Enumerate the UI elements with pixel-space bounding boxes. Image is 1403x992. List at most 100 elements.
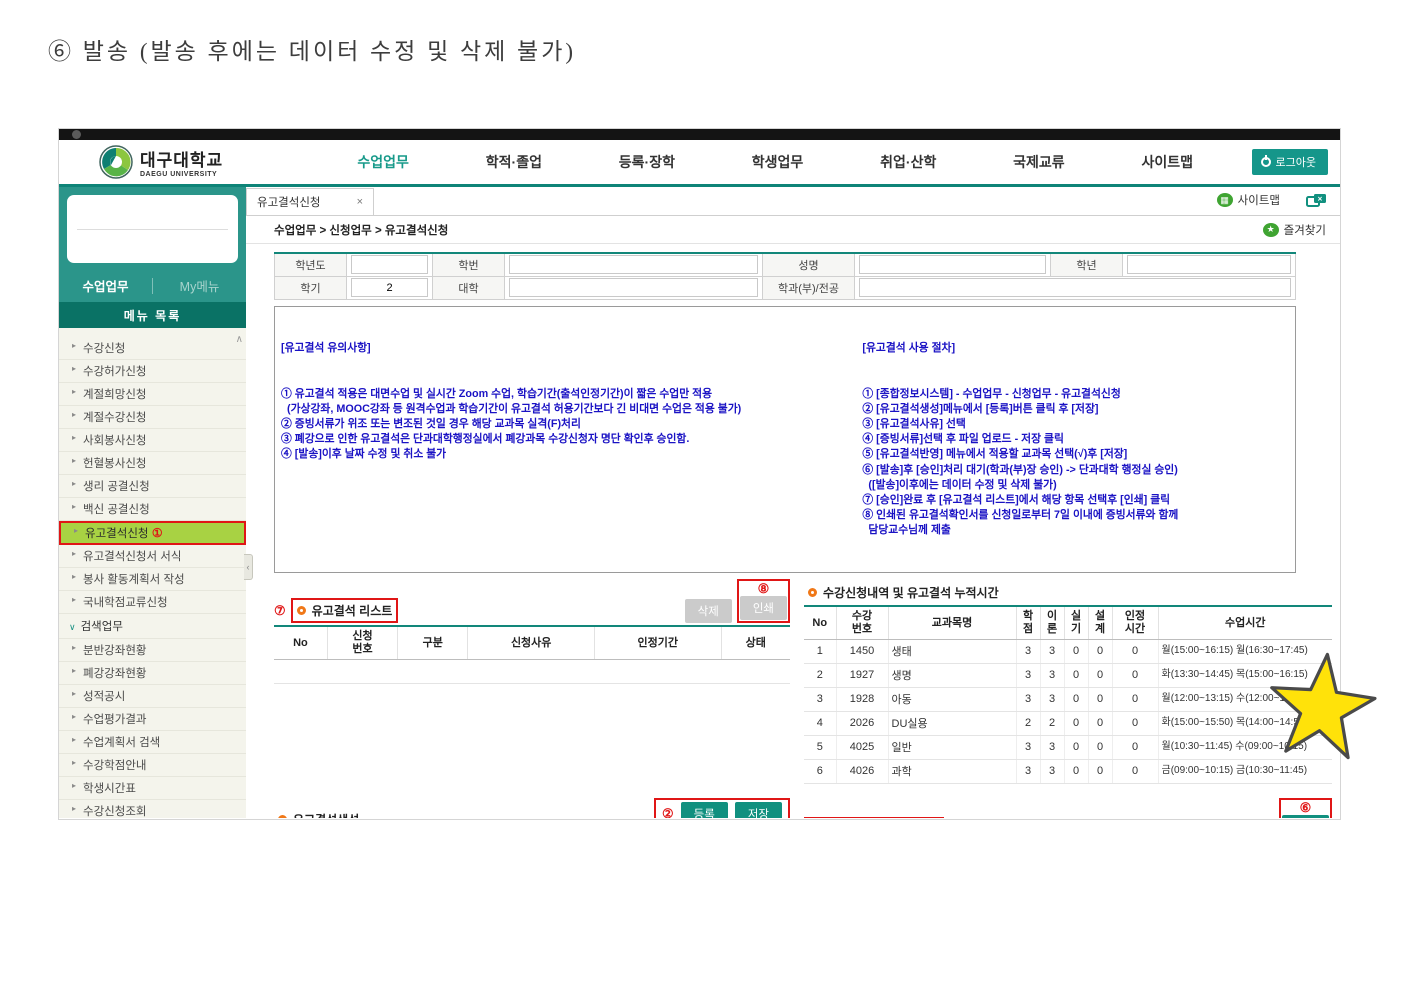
annotation-6: ⑥ xyxy=(1300,801,1312,814)
university-logo[interactable]: 대구대학교 DAEGU UNIVERSITY xyxy=(99,145,299,179)
table-cell: 0 xyxy=(1112,735,1158,759)
semester-input[interactable] xyxy=(351,278,428,297)
table-cell: 1450 xyxy=(836,639,888,663)
sidebar-item[interactable]: ▸헌혈봉사신청 xyxy=(59,452,246,475)
notice-line: ① [종합정보시스템] - 수업업무 - 신청업무 - 유고결석신청 xyxy=(862,387,1289,402)
logout-button[interactable]: 로그아웃 xyxy=(1252,149,1328,175)
triangle-icon: ▸ xyxy=(74,526,78,535)
sidebar-item[interactable]: ▸분반강좌현황 xyxy=(59,639,246,662)
tab-absence-request[interactable]: 유고결석신청 × xyxy=(246,188,374,215)
table-cell: 일반 xyxy=(888,735,1016,759)
column-header: 구분 xyxy=(398,626,468,659)
table-cell: 3 xyxy=(1040,735,1064,759)
sidebar-item[interactable]: ▸수강신청 xyxy=(59,337,246,360)
tab-close-icon[interactable]: × xyxy=(357,196,363,208)
university-emblem-icon xyxy=(99,145,133,179)
sidebar-item[interactable]: ▸백신 공결신청 xyxy=(59,498,246,521)
forms-row: 유고결석생성 ② 등록 저장 신청번호 xyxy=(246,798,1340,818)
sidebar-item-label: 유고결석신청서 서식 xyxy=(83,551,181,563)
label-year: 학년도 xyxy=(275,253,347,276)
nav-item-registration[interactable]: 등록·장학 xyxy=(619,152,675,172)
triangle-icon: ▸ xyxy=(72,433,76,442)
sidebar-collapse-handle[interactable]: ‹ xyxy=(244,554,253,580)
sidebar-item[interactable]: ▸ 유고결석신청서 서식 xyxy=(59,545,246,568)
sidebar-item-label: 백신 공결신청 xyxy=(83,504,150,516)
table-cell: 과학 xyxy=(888,759,1016,783)
sidebar-item[interactable]: ▸수업계획서 검색 xyxy=(59,731,246,754)
table-row[interactable]: 54025일반33000월(10:30~11:45) 수(09:00~10:15… xyxy=(804,735,1332,759)
nav-item-sitemap[interactable]: 사이트맵 xyxy=(1142,152,1194,172)
save-button-create[interactable]: 저장 xyxy=(735,802,782,818)
absence-create-title-box: 유고결석생성 xyxy=(274,809,363,818)
sidebar-item[interactable]: ▸생리 공결신청 xyxy=(59,475,246,498)
sidebar-item[interactable]: ▸수강신청조회 xyxy=(59,800,246,818)
favorite-link[interactable]: ★ 즐겨찾기 xyxy=(1263,222,1326,238)
label-grade: 학년 xyxy=(1051,253,1123,276)
notice-procedure: [유고결석 사용 절차] ① [종합정보시스템] - 수업업무 - 신청업무 -… xyxy=(856,307,1295,573)
sidebar-item[interactable]: ▸성적공시 xyxy=(59,685,246,708)
delete-button[interactable]: 삭제 xyxy=(685,599,732,623)
table-row[interactable]: 31928아동33000월(12:00~13:15) 수(12:00~13:15… xyxy=(804,687,1332,711)
sidebar-item[interactable]: ▸계절수강신청 xyxy=(59,406,246,429)
print-button[interactable]: 인쇄 xyxy=(740,596,787,620)
multi-window-icon[interactable]: × xyxy=(1306,193,1328,208)
notice-line: ③ [유고결석사유] 선택 xyxy=(862,417,1289,432)
name-input[interactable] xyxy=(859,255,1046,274)
table-row[interactable]: 42026DU실용22000화(15:00~15:50) 목(14:00~14:… xyxy=(804,711,1332,735)
favorite-star-icon: ★ xyxy=(1263,223,1279,237)
table-cell: 3 xyxy=(1016,735,1040,759)
sidebar-tab-mymenu[interactable]: My메뉴 xyxy=(153,276,246,295)
sidebar-item[interactable]: ▸유고결석신청 ① xyxy=(59,521,246,545)
notice-line: ④ [증빙서류]선택 후 파일 업로드 - 저장 클릭 xyxy=(862,432,1289,447)
table-cell: 3 xyxy=(1016,639,1040,663)
triangle-icon: ▸ xyxy=(72,549,76,558)
university-name: 대구대학교 xyxy=(140,146,223,171)
sidebar-item[interactable]: ▸국내학점교류신청 xyxy=(59,591,246,614)
sidebar-item[interactable]: ▸수강학점안내 xyxy=(59,754,246,777)
table-row[interactable]: 64026과학33000금(09:00~10:15) 금(10:30~11:45… xyxy=(804,759,1332,783)
major-input[interactable] xyxy=(859,278,1291,297)
sidebar-item[interactable]: ▸계절희망신청 xyxy=(59,383,246,406)
table-row[interactable]: 11450생태33000월(15:00~16:15) 월(16:30~17:45… xyxy=(804,639,1332,663)
register-button[interactable]: 등록 xyxy=(681,802,728,818)
notice-line: ④ [발송]이후 날짜 수정 및 취소 불가 xyxy=(281,447,850,462)
annotation-1: ① xyxy=(148,526,162,540)
notice-line: ([발송]이후에는 데이터 수정 및 삭제 불가) xyxy=(862,478,1289,493)
college-input[interactable] xyxy=(509,278,758,297)
notice-line: ⑤ [유고결석반영] 메뉴에서 적용할 교과목 선택(√)후 [저장] xyxy=(862,447,1289,462)
send-button[interactable]: 발송 xyxy=(1282,815,1329,818)
triangle-icon: ▸ xyxy=(72,479,76,488)
triangle-icon: ▸ xyxy=(72,643,76,652)
favorite-label: 즐겨찾기 xyxy=(1284,222,1326,238)
sidebar-item[interactable]: ▸학생시간표 xyxy=(59,777,246,800)
sidebar-item[interactable]: ▸봉사 활동계획서 작성 xyxy=(59,568,246,591)
triangle-icon: ▸ xyxy=(72,712,76,721)
sidebar-item-label: 국내학점교류신청 xyxy=(83,597,168,609)
triangle-icon: ▸ xyxy=(72,781,76,790)
nav-item-classwork[interactable]: 수업업무 xyxy=(357,152,409,172)
sidebar-tab-classwork[interactable]: 수업업무 xyxy=(59,276,152,295)
sidebar-item[interactable]: ▸수강허가신청 xyxy=(59,360,246,383)
sidebar-item[interactable]: ▸ 사회봉사신청 xyxy=(59,429,246,452)
tables-row: ⑦ 유고결석 리스트 삭제 ⑧ 인쇄 xyxy=(246,579,1340,783)
nav-item-student[interactable]: 학생업무 xyxy=(752,152,804,172)
sidebar-section-search[interactable]: ∨검색업무 xyxy=(59,614,246,639)
nav-item-records[interactable]: 학적·졸업 xyxy=(486,152,542,172)
absence-apply-section: 유고결석반영 ⑤ 저장 ⑥ 발송 xyxy=(804,798,1332,818)
table-cell: 0 xyxy=(1064,639,1088,663)
sidebar-item[interactable]: ▸수업평가결과 xyxy=(59,708,246,731)
table-row[interactable]: 21927생명33000화(13:30~14:45) 목(15:00~16:15… xyxy=(804,663,1332,687)
sidebar-item-label: 사회봉사신청 xyxy=(83,435,146,447)
sitemap-link[interactable]: ▦ 사이트맵 xyxy=(1217,192,1280,208)
student-no-input[interactable] xyxy=(509,255,758,274)
section-bullet-icon xyxy=(278,815,287,818)
sidebar-item[interactable]: ▸폐강강좌현황 xyxy=(59,662,246,685)
absence-list-section: ⑦ 유고결석 리스트 삭제 ⑧ 인쇄 xyxy=(274,579,790,783)
table-cell: 3 xyxy=(1016,759,1040,783)
annotation-2: ② xyxy=(662,807,674,818)
year-input[interactable] xyxy=(351,255,428,274)
nav-item-international[interactable]: 국제교류 xyxy=(1013,152,1065,172)
nav-item-career[interactable]: 취업·산학 xyxy=(880,152,936,172)
table-cell: 0 xyxy=(1088,687,1112,711)
grade-input[interactable] xyxy=(1127,255,1291,274)
